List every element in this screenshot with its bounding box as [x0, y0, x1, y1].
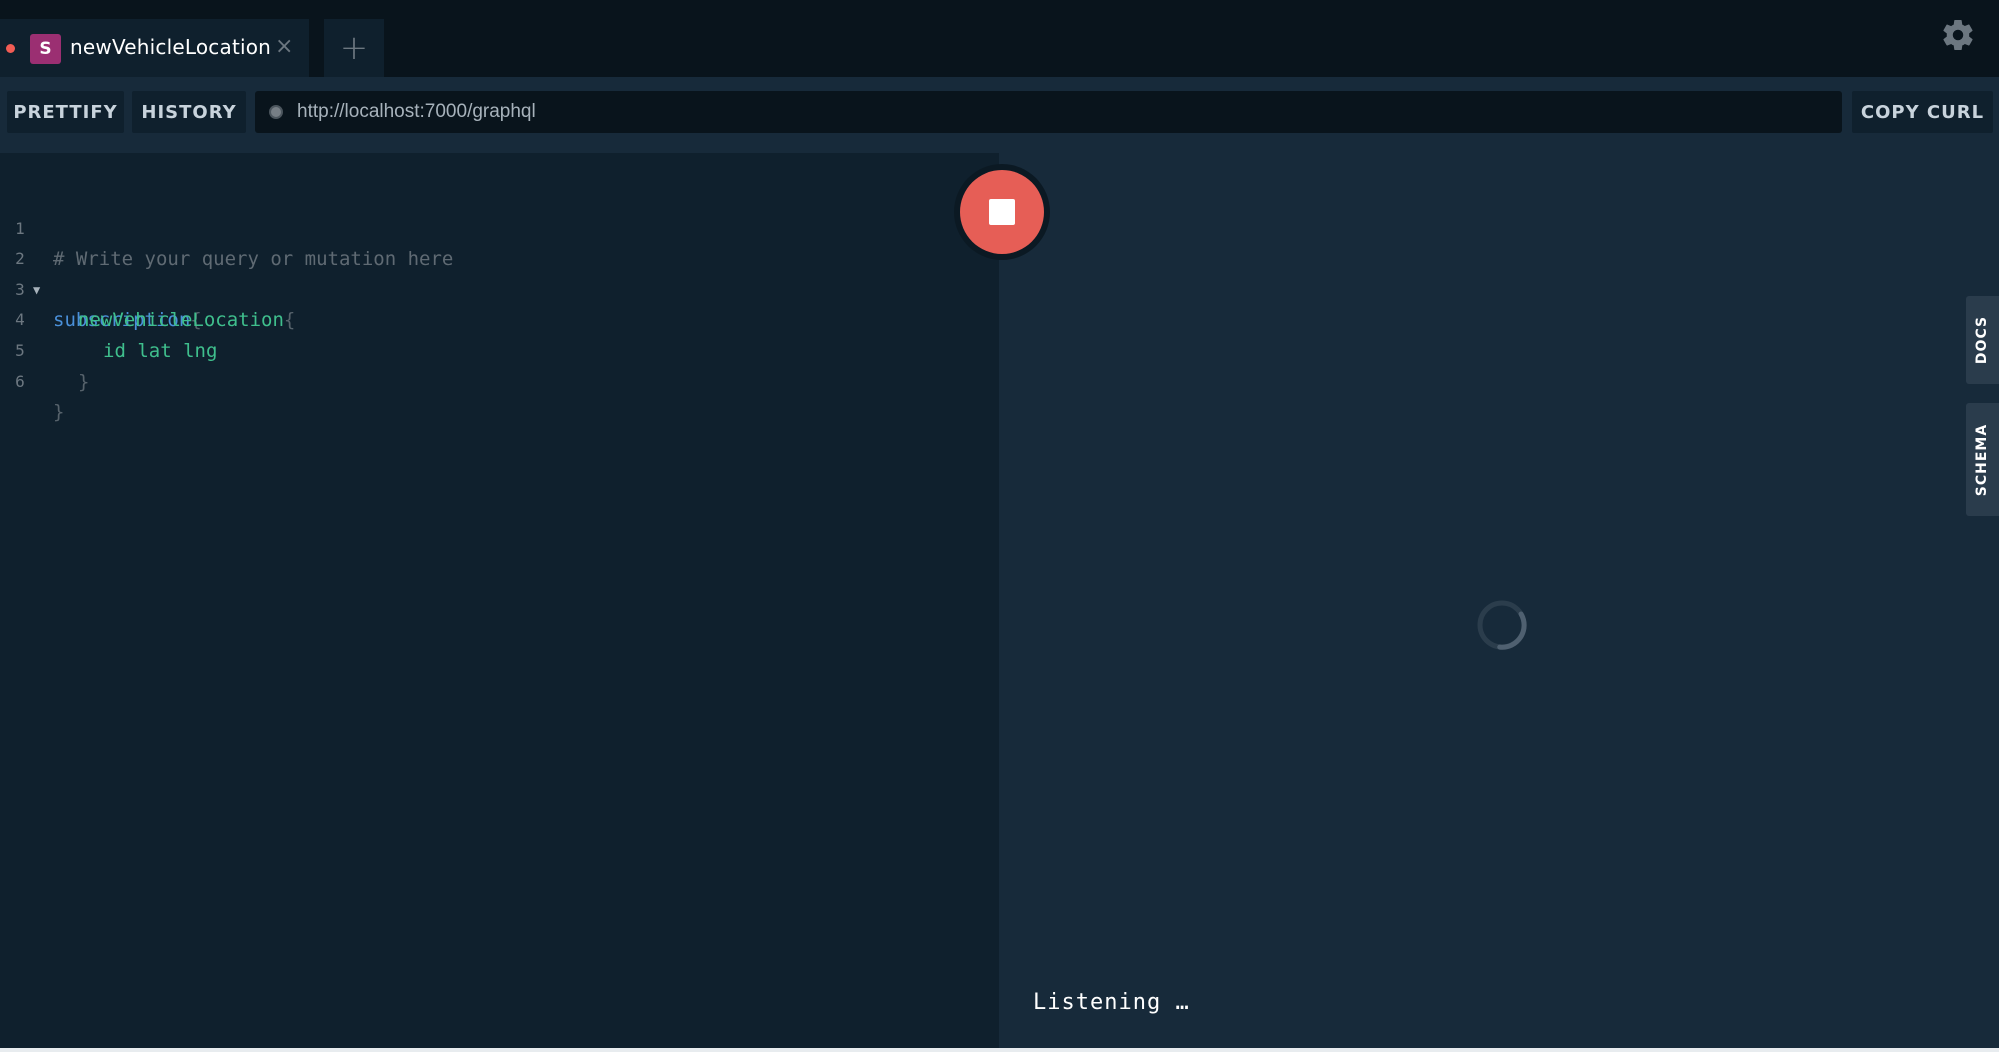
code-line: 5 } — [0, 305, 89, 393]
code-field: newVehicleLocation — [78, 309, 284, 332]
gear-icon[interactable] — [1940, 17, 1976, 53]
plus-icon: + — [339, 28, 369, 68]
code-brace: } — [78, 370, 90, 393]
code-comment: # Write your query or mutation here — [53, 248, 454, 271]
schema-tab-label: SCHEMA — [1974, 423, 1991, 496]
prettify-button[interactable]: PRETTIFY — [7, 91, 124, 133]
unsaved-dot-icon — [6, 44, 15, 53]
code-line: 1 # Write your query or mutation here — [0, 183, 453, 271]
endpoint-url-text[interactable]: http://localhost:7000/graphql — [297, 101, 536, 123]
code-line: 6 } — [0, 336, 69, 424]
add-tab-button[interactable]: + — [324, 19, 384, 77]
query-editor[interactable]: 1 # Write your query or mutation here 2 … — [0, 153, 999, 1048]
line-number: 6 — [15, 371, 25, 391]
history-button[interactable]: HISTORY — [132, 91, 246, 133]
code-line: 3 newVehicleLocation{ — [0, 244, 295, 332]
close-icon[interactable]: × — [275, 36, 293, 58]
schema-tab[interactable]: SCHEMA — [1966, 403, 1999, 516]
code-fields: id lat lng — [103, 339, 218, 362]
toolbar: PRETTIFY HISTORY http://localhost:7000/g… — [0, 77, 1999, 153]
code-brace: } — [53, 401, 65, 424]
copy-curl-button[interactable]: COPY CURL — [1852, 91, 1993, 133]
endpoint-url-input[interactable]: http://localhost:7000/graphql — [255, 91, 1842, 133]
stop-button[interactable] — [960, 170, 1044, 254]
tab-title[interactable]: newVehicleLocation — [70, 35, 271, 59]
code-line: 2 ▼ subscription{ — [0, 214, 202, 331]
subscription-badge: S — [30, 34, 61, 64]
stop-icon — [989, 199, 1015, 225]
loading-spinner-icon — [1477, 600, 1527, 650]
code-line: 4 id lat lng — [0, 275, 217, 362]
code-area[interactable]: 1 # Write your query or mutation here 2 … — [0, 183, 453, 424]
code-brace: { — [283, 309, 296, 332]
subscription-status: Listening … — [1033, 990, 1190, 1015]
tab-bar: S newVehicleLocation × + — [0, 0, 1999, 77]
window-bottom-edge — [0, 1048, 1999, 1052]
docs-tab[interactable]: DOCS — [1966, 296, 1999, 384]
connection-status-icon — [269, 105, 283, 119]
docs-tab-label: DOCS — [1974, 315, 1991, 365]
